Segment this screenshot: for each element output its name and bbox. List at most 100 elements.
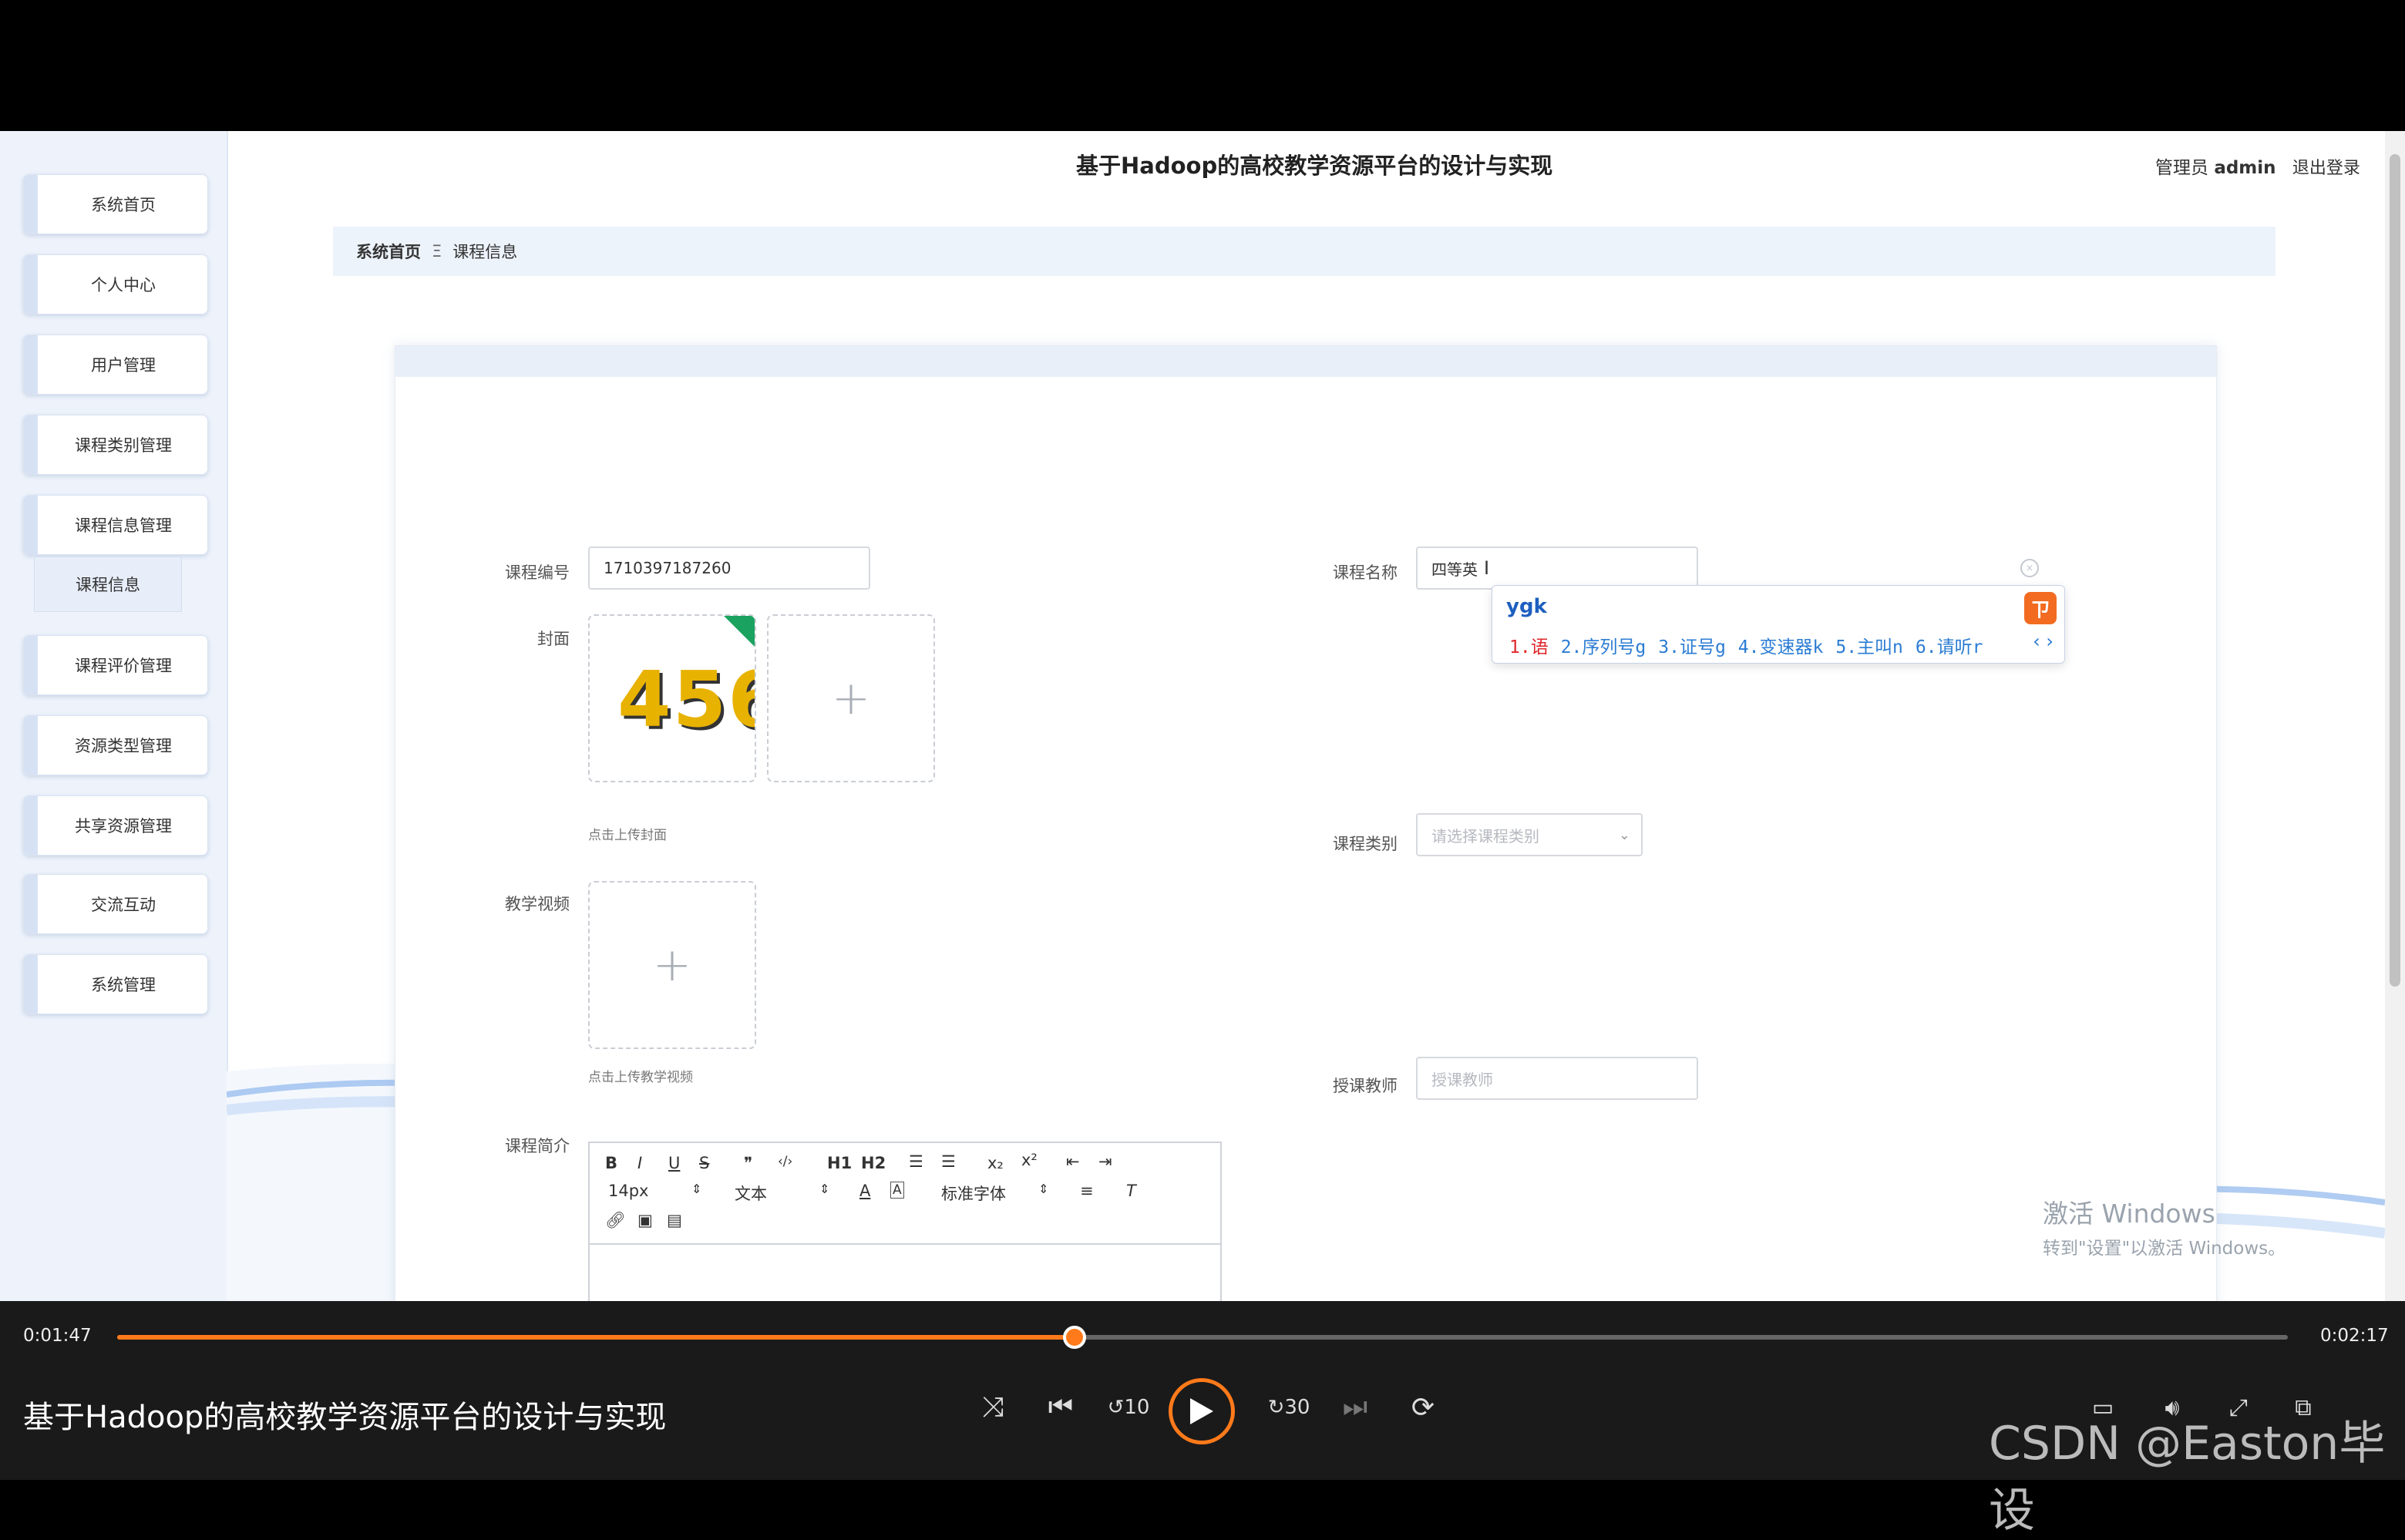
current-time: 0:01:47 bbox=[23, 1326, 92, 1346]
csdn-watermark: CSDN @Easton毕设 bbox=[1989, 1417, 2386, 1538]
image-icon[interactable]: ▣ bbox=[637, 1211, 653, 1229]
sidebar-item-system[interactable]: 系统管理 bbox=[23, 954, 208, 1014]
sidebar-item-home[interactable]: 系统首页 bbox=[23, 174, 208, 234]
chevron-down-icon: ⌄ bbox=[1618, 826, 1630, 843]
ime-next-arrow-icon[interactable]: ‹ › bbox=[2033, 630, 2054, 652]
repeat-icon[interactable]: ⟳ bbox=[1401, 1386, 1445, 1429]
text-style-select[interactable]: 文本 bbox=[735, 1182, 767, 1205]
activation-line2: 转到"设置"以激活 Windows。 bbox=[2043, 1239, 2286, 1259]
h1-button[interactable]: H1 bbox=[827, 1154, 852, 1172]
ime-candidate[interactable]: 1.语 bbox=[1509, 637, 1549, 657]
video-title: 基于Hadoop的高校教学资源平台的设计与实现 bbox=[23, 1400, 667, 1435]
sidebar-item-resource-type[interactable]: 资源类型管理 bbox=[23, 715, 208, 775]
shuffle-icon[interactable]: ⤨ bbox=[971, 1386, 1014, 1429]
sidebar-item-shared-resource[interactable]: 共享资源管理 bbox=[23, 795, 208, 856]
bold-button[interactable]: B bbox=[605, 1154, 617, 1172]
cover-thumb-text: 456 bbox=[617, 654, 755, 745]
ime-candidate[interactable]: 3.证号g bbox=[1658, 637, 1726, 657]
superscript-icon[interactable]: x² bbox=[1021, 1151, 1038, 1169]
user-role: 管理员 bbox=[2155, 158, 2208, 178]
activation-line1: 激活 Windows bbox=[2043, 1199, 2215, 1229]
rewind-10-icon[interactable]: ↺10 bbox=[1107, 1386, 1150, 1429]
sidebar-item-users[interactable]: 用户管理 bbox=[23, 335, 208, 395]
total-time: 0:02:17 bbox=[2320, 1326, 2389, 1346]
progress-played bbox=[117, 1335, 1075, 1340]
intro-label: 课程简介 bbox=[505, 1137, 570, 1155]
teacher-input[interactable]: 授课教师 bbox=[1416, 1057, 1698, 1100]
windows-activation-watermark: 激活 Windows 转到"设置"以激活 Windows。 bbox=[2043, 1193, 2286, 1259]
bg-color-icon[interactable]: A bbox=[890, 1182, 904, 1199]
cover-image[interactable]: 456 bbox=[588, 614, 756, 782]
course-name-value: 四等英 bbox=[1431, 560, 1478, 579]
sidebar-item-course-info[interactable]: 课程信息管理 bbox=[23, 495, 208, 555]
indent-icon[interactable]: ⇥ bbox=[1098, 1152, 1112, 1171]
align-icon[interactable]: ≡ bbox=[1080, 1182, 1094, 1200]
ime-input-text: ygk bbox=[1506, 595, 1547, 618]
top-header: 基于Hadoop的高校教学资源平台的设计与实现 管理员 admin 退出登录 bbox=[228, 131, 2386, 196]
updown-icon: ⇕ bbox=[819, 1182, 830, 1196]
next-icon[interactable]: ⏭︎ bbox=[1334, 1386, 1377, 1429]
rich-text-editor[interactable]: B I U S ❞ ‹/› H1 H2 ☰ ☰ x₂ x² ⇤ ⇥ 14px ⇕… bbox=[588, 1142, 1222, 1301]
link-icon[interactable]: 🔗︎ bbox=[605, 1211, 626, 1230]
ime-candidate[interactable]: 5.主叫n bbox=[1835, 637, 1903, 657]
sidebar-subitem-course-info[interactable]: 课程信息 bbox=[34, 556, 182, 612]
bullet-list-icon[interactable]: ☰ bbox=[941, 1152, 956, 1171]
font-color-icon[interactable]: A bbox=[859, 1182, 870, 1200]
video-hint: 点击上传教学视频 bbox=[588, 1070, 693, 1085]
clear-icon[interactable]: × bbox=[2020, 559, 2039, 577]
clear-format-icon[interactable]: T bbox=[1126, 1182, 1136, 1200]
page-scrollbar[interactable] bbox=[2385, 131, 2405, 1301]
updown-icon: ⇕ bbox=[691, 1182, 702, 1196]
font-family-select[interactable]: 标准字体 bbox=[941, 1182, 1006, 1205]
ime-candidates: 1.语 2.序列号g 3.证号g 4.变速器k 5.主叫n 6.请听r bbox=[1509, 632, 1995, 658]
video-upload-button[interactable]: + bbox=[588, 881, 756, 1049]
progress-track[interactable] bbox=[117, 1326, 2288, 1349]
ime-candidate[interactable]: 6.请听r bbox=[1916, 637, 1983, 657]
form-card: 课程编号 1710397187260 课程名称 四等英 I × ygk ㄗ 1.… bbox=[395, 345, 2217, 1301]
sidebar-item-profile[interactable]: 个人中心 bbox=[23, 254, 208, 314]
video-icon[interactable]: ▤ bbox=[667, 1211, 682, 1229]
ordered-list-icon[interactable]: ☰ bbox=[909, 1152, 923, 1171]
updown-icon: ⇕ bbox=[1038, 1182, 1049, 1196]
breadcrumb-home[interactable]: 系统首页 bbox=[356, 240, 421, 263]
video-player-controls: 0:01:47 0:02:17 基于Hadoop的高校教学资源平台的设计与实现 … bbox=[0, 1301, 2405, 1538]
video-label: 教学视频 bbox=[505, 895, 570, 913]
cover-label: 封面 bbox=[537, 630, 570, 648]
ime-logo-icon: ㄗ bbox=[2024, 592, 2057, 624]
cover-upload-button[interactable]: + bbox=[767, 614, 935, 782]
page-title: 基于Hadoop的高校教学资源平台的设计与实现 bbox=[1076, 153, 1553, 179]
breadcrumb-separator: Ξ bbox=[432, 242, 442, 261]
forward-30-icon[interactable]: ↻30 bbox=[1267, 1386, 1310, 1429]
course-name-input[interactable]: 四等英 I bbox=[1416, 546, 1698, 590]
font-size-select[interactable]: 14px bbox=[608, 1182, 648, 1200]
logout-link[interactable]: 退出登录 bbox=[2292, 159, 2360, 178]
sidebar: 系统首页 个人中心 用户管理 课程类别管理 课程信息管理 课程信息 课程评价管理… bbox=[0, 131, 228, 1301]
subscript-icon[interactable]: x₂ bbox=[987, 1154, 1004, 1172]
sidebar-item-interaction[interactable]: 交流互动 bbox=[23, 874, 208, 934]
strike-button[interactable]: S bbox=[699, 1154, 709, 1172]
ime-candidate[interactable]: 2.序列号g bbox=[1561, 637, 1646, 657]
editor-content[interactable] bbox=[590, 1245, 1220, 1301]
underline-button[interactable]: U bbox=[668, 1154, 680, 1172]
previous-icon[interactable]: ⏮︎ bbox=[1039, 1386, 1082, 1429]
quote-button[interactable]: ❞ bbox=[744, 1154, 752, 1172]
user-info: 管理员 admin 退出登录 bbox=[2155, 153, 2360, 179]
sidebar-item-course-review[interactable]: 课程评价管理 bbox=[23, 635, 208, 695]
h2-button[interactable]: H2 bbox=[861, 1154, 886, 1172]
app-window: 系统首页 个人中心 用户管理 课程类别管理 课程信息管理 课程信息 课程评价管理… bbox=[0, 131, 2405, 1301]
italic-button[interactable]: I bbox=[637, 1154, 642, 1172]
category-select[interactable]: 请选择课程类别 ⌄ bbox=[1416, 813, 1643, 856]
outdent-icon[interactable]: ⇤ bbox=[1066, 1152, 1080, 1171]
course-no-input[interactable]: 1710397187260 bbox=[588, 546, 870, 590]
code-button[interactable]: ‹/› bbox=[778, 1154, 792, 1169]
play-button[interactable] bbox=[1169, 1378, 1235, 1444]
ime-popup[interactable]: ygk ㄗ 1.语 2.序列号g 3.证号g 4.变速器k 5.主叫n 6.请听r ‹ › bbox=[1492, 585, 2065, 664]
sidebar-item-course-category[interactable]: 课程类别管理 bbox=[23, 415, 208, 475]
course-name-label: 课程名称 bbox=[1333, 563, 1398, 582]
cover-hint: 点击上传封面 bbox=[588, 828, 667, 843]
ime-candidate[interactable]: 4.变速器k bbox=[1738, 637, 1824, 657]
username: admin bbox=[2214, 158, 2276, 178]
scrollbar-thumb[interactable] bbox=[2390, 154, 2400, 987]
teacher-label: 授课教师 bbox=[1333, 1077, 1398, 1095]
progress-knob[interactable] bbox=[1062, 1326, 1086, 1349]
